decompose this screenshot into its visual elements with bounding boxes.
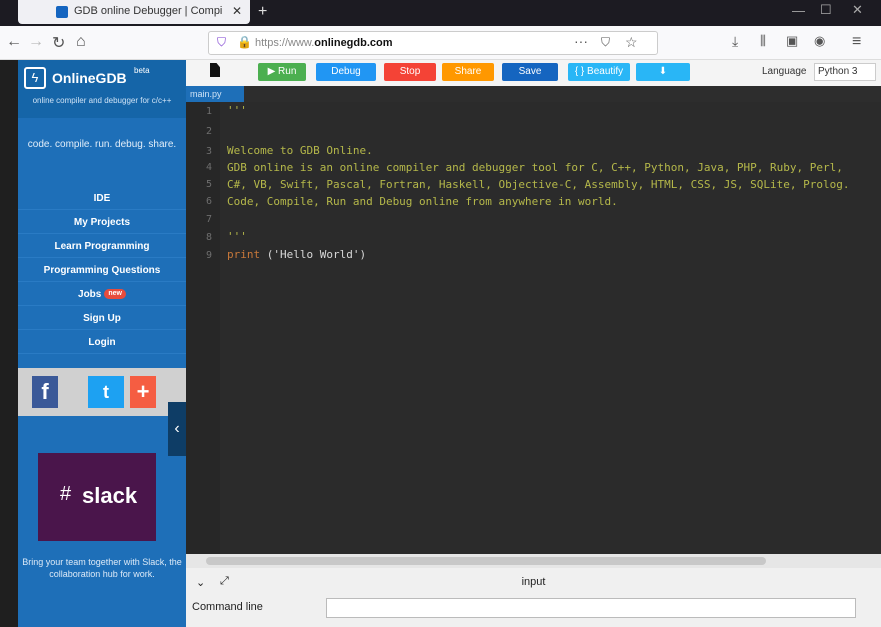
sidebar-item-label: My Projects bbox=[73, 217, 131, 228]
motto: code. compile. run. debug. share. bbox=[27, 139, 177, 150]
brand-name: OnlineGDB bbox=[52, 70, 127, 86]
line-number: 5 bbox=[205, 179, 212, 190]
io-panel: ⌄ ⤢ input Command line bbox=[186, 568, 881, 627]
page-actions-icon[interactable]: ··· bbox=[574, 33, 588, 49]
sidebar-item-login[interactable]: Login bbox=[18, 332, 186, 354]
window-maximize-icon[interactable]: ☐ bbox=[820, 2, 832, 18]
sidebar-item-label: Sign Up bbox=[83, 313, 121, 324]
window-close-icon[interactable]: ✕ bbox=[852, 2, 863, 18]
sidebar-item-my-projects[interactable]: My Projects bbox=[18, 212, 186, 234]
code-line: Code, Compile, Run and Debug online from… bbox=[227, 195, 618, 208]
code-editor[interactable]: ''' Welcome to GDB Online. GDB online is… bbox=[220, 102, 881, 554]
browser-tab[interactable]: GDB online Debugger | Compi ✕ bbox=[18, 0, 250, 24]
language-label: Language bbox=[762, 66, 807, 77]
share-button[interactable]: Share bbox=[442, 63, 494, 81]
print-argument: ('Hello World') bbox=[260, 248, 367, 261]
line-number: 9 bbox=[205, 250, 212, 261]
stop-button[interactable]: Stop bbox=[384, 63, 436, 81]
library-icon[interactable]: ⫼ bbox=[760, 33, 766, 49]
beautify-button[interactable]: { } Beautify bbox=[568, 63, 630, 81]
run-button[interactable]: ▶ Run bbox=[258, 63, 306, 81]
sidebar-toggle-icon[interactable]: ▣ bbox=[786, 33, 798, 49]
sidebar-item-label: Jobs bbox=[78, 289, 102, 300]
home-icon[interactable]: ⌂ bbox=[76, 33, 86, 51]
favicon-icon bbox=[56, 6, 68, 18]
code-line: GDB online is an online compiler and deb… bbox=[227, 161, 843, 174]
forward-icon[interactable]: → bbox=[28, 33, 44, 51]
brand-tagline: online compiler and debugger for c/c++ bbox=[32, 96, 172, 105]
menu-icon[interactable]: ≡ bbox=[852, 33, 861, 51]
language-select[interactable]: Python 3 bbox=[814, 63, 876, 81]
window-minimize-icon[interactable]: — bbox=[792, 3, 805, 18]
extension-icon[interactable]: ◉ bbox=[814, 33, 825, 49]
line-number: 8 bbox=[205, 232, 212, 243]
sidebar-item-sign-up[interactable]: Sign Up bbox=[18, 308, 186, 330]
slack-ad-banner[interactable]: # slack bbox=[38, 453, 156, 541]
more-share-icon[interactable]: + bbox=[130, 376, 156, 408]
sidebar-item-programming-questions[interactable]: Programming Questions bbox=[18, 260, 186, 282]
new-tab-icon[interactable]: + bbox=[258, 3, 267, 21]
line-number: 4 bbox=[205, 162, 212, 173]
lock-icon[interactable]: 🔒 bbox=[237, 35, 252, 49]
line-number: 2 bbox=[205, 126, 212, 137]
facebook-icon[interactable]: f bbox=[32, 376, 58, 408]
onlinegdb-logo-icon: ϟ bbox=[24, 67, 46, 89]
tab-close-icon[interactable]: ✕ bbox=[232, 4, 242, 18]
sidebar-item-jobs[interactable]: Jobs new bbox=[18, 284, 186, 306]
command-line-input[interactable] bbox=[326, 598, 856, 618]
tab-title: GDB online Debugger | Compi bbox=[74, 5, 223, 17]
reload-icon[interactable]: ↻ bbox=[52, 33, 65, 53]
sidebar-item-ide[interactable]: IDE bbox=[18, 188, 186, 210]
browser-nav-bar: ← → ↻ ⌂ ⛉ 🔒 https://www.onlinegdb.com ··… bbox=[0, 26, 881, 60]
sidebar: ϟ OnlineGDB beta online compiler and deb… bbox=[18, 60, 186, 627]
debug-button[interactable]: Debug bbox=[316, 63, 376, 81]
sidebar-item-label: Login bbox=[88, 337, 116, 348]
line-number: 3 bbox=[205, 146, 212, 157]
sidebar-item-label: IDE bbox=[93, 193, 111, 204]
url-bar[interactable]: ⛉ 🔒 https://www.onlinegdb.com ··· ⛉ ☆ bbox=[208, 31, 658, 55]
slack-wordmark: slack bbox=[82, 483, 138, 508]
twitter-icon[interactable]: t bbox=[88, 376, 124, 408]
code-line: ''' bbox=[227, 230, 247, 243]
code-line: ''' bbox=[227, 104, 247, 117]
url-text[interactable]: https://www.onlinegdb.com bbox=[255, 37, 393, 49]
file-tab-bar: main.py bbox=[186, 86, 881, 102]
command-line-label: Command line bbox=[192, 601, 263, 613]
print-keyword: print bbox=[227, 248, 261, 261]
scrollbar-thumb[interactable] bbox=[206, 557, 766, 565]
browser-tab-bar: GDB online Debugger | Compi ✕ + — ☐ ✕ bbox=[0, 0, 881, 26]
beta-label: beta bbox=[134, 66, 150, 75]
line-number: 6 bbox=[205, 196, 212, 207]
sidebar-item-label: Learn Programming bbox=[54, 241, 150, 252]
line-number-gutter: 1 2 3 4 5 6 7 8 9 bbox=[186, 102, 220, 554]
code-line: C#, VB, Swift, Pascal, Fortran, Haskell,… bbox=[227, 178, 850, 191]
editor-horizontal-scrollbar[interactable] bbox=[186, 554, 881, 568]
input-panel-title: input bbox=[521, 576, 546, 588]
slack-ad-text[interactable]: Bring your team together with Slack, the… bbox=[18, 556, 186, 580]
pocket-icon[interactable]: ⛉ bbox=[601, 35, 610, 50]
file-tab-main-py[interactable]: main.py bbox=[186, 86, 244, 102]
back-icon[interactable]: ← bbox=[6, 33, 22, 51]
downloads-icon[interactable]: ⤓ bbox=[732, 33, 738, 50]
social-share-bar: f t + bbox=[18, 368, 186, 416]
save-button[interactable]: Save bbox=[502, 63, 558, 81]
download-button[interactable]: ⬇ bbox=[636, 63, 690, 81]
bookmark-star-icon[interactable]: ☆ bbox=[625, 34, 638, 51]
code-line-print: print ('Hello World') bbox=[227, 248, 366, 261]
shield-icon[interactable]: ⛉ bbox=[217, 35, 226, 50]
new-file-icon[interactable] bbox=[210, 63, 220, 77]
new-badge: new bbox=[104, 289, 126, 300]
sidebar-item-label: Programming Questions bbox=[43, 265, 161, 276]
collapse-sidebar-button[interactable]: ‹ bbox=[168, 402, 186, 456]
brand-header[interactable]: ϟ OnlineGDB beta online compiler and deb… bbox=[18, 60, 186, 118]
line-number: 1 bbox=[205, 106, 212, 117]
code-line: Welcome to GDB Online. bbox=[227, 144, 373, 157]
slack-logo-icon: # bbox=[60, 483, 72, 505]
editor-toolbar: ▶ Run Debug Stop Share Save { } Beautify… bbox=[186, 60, 881, 86]
sidebar-item-learn-programming[interactable]: Learn Programming bbox=[18, 236, 186, 258]
line-number: 7 bbox=[205, 214, 212, 225]
